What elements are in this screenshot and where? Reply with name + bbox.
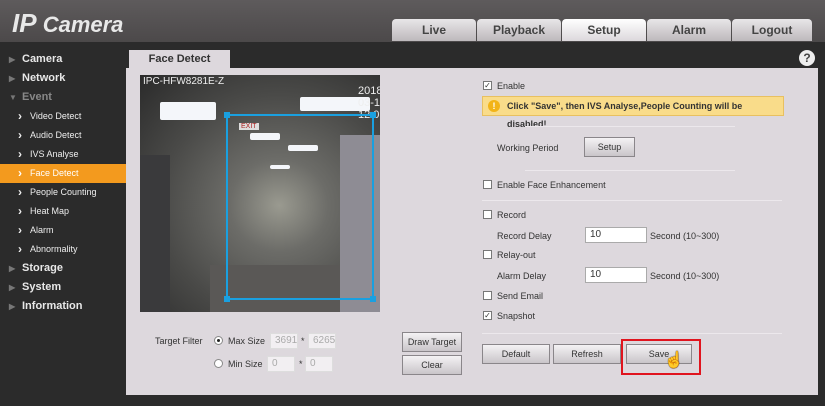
sidebar-item-network[interactable]: ▶ Network [0, 69, 126, 88]
setup-button[interactable]: Setup [584, 137, 635, 157]
triangle-down-icon: ▼ [9, 93, 17, 102]
tab-logout[interactable]: Logout [732, 19, 812, 41]
refresh-button[interactable]: Refresh [553, 344, 621, 364]
sidebar-item-label: Information [22, 300, 83, 312]
send-email-checkbox[interactable] [483, 291, 492, 300]
tab-setup[interactable]: Setup [562, 19, 646, 41]
sidebar-item-label: Abnormality [30, 244, 78, 254]
sidebar-item-label: Network [22, 72, 66, 84]
sidebar-item-label: Alarm [30, 225, 54, 235]
sidebar-item-face-detect[interactable]: › Face Detect [0, 164, 126, 183]
separator: * [299, 359, 303, 369]
save-highlight [621, 339, 701, 375]
sidebar-item-event[interactable]: ▼ Event [0, 88, 126, 107]
sidebar-item-label: Audio Detect [30, 130, 82, 140]
sidebar-item-label: IVS Analyse [30, 149, 79, 159]
sidebar-item-camera[interactable]: ▶ Camera [0, 50, 126, 69]
relay-out-checkbox[interactable] [483, 250, 492, 259]
sidebar: ▶ Camera ▶ Network ▼ Event › Video Detect › Audio… [0, 50, 126, 316]
warning-banner: ! Click "Save", then IVS Analyse,People C… [482, 96, 784, 129]
separator: * [301, 336, 305, 346]
tab-alarm[interactable]: Alarm [647, 19, 731, 41]
alarm-delay-label: Alarm Delay [497, 271, 547, 281]
working-period-label: Working Period [497, 143, 559, 153]
enable-label: Enable [497, 81, 526, 91]
camera-name: IPC-HFW8281E-Z [143, 76, 225, 87]
min-width-input[interactable]: 0 [267, 356, 295, 372]
sidebar-item-storage[interactable]: ▶ Storage [0, 259, 126, 278]
detection-region[interactable] [224, 112, 376, 302]
help-icon[interactable]: ? [799, 50, 815, 66]
sidebar-item-video-detect[interactable]: › Video Detect [0, 107, 126, 126]
triangle-right-icon: ▶ [9, 283, 16, 292]
sidebar-item-heat-map[interactable]: › Heat Map [0, 202, 126, 221]
sidebar-item-label: Camera [22, 53, 63, 65]
tab-playback[interactable]: Playback [477, 19, 561, 41]
min-size-radio[interactable] [214, 359, 223, 368]
sidebar-item-audio-detect[interactable]: › Audio Detect [0, 126, 126, 145]
enable-checkbox[interactable]: ✓ [483, 81, 492, 90]
record-delay-input[interactable]: 10 [585, 227, 647, 243]
min-height-input[interactable]: 0 [305, 356, 333, 372]
chevron-right-icon: › [18, 109, 22, 123]
alarm-delay-input[interactable]: 10 [585, 267, 647, 283]
sidebar-item-alarm[interactable]: › Alarm [0, 221, 126, 240]
sidebar-item-label: Storage [22, 262, 63, 274]
triangle-right-icon: ▶ [9, 264, 16, 273]
chevron-right-icon: › [18, 185, 22, 199]
record-delay-unit: Second (10~300) [650, 231, 720, 241]
tab-face-detect[interactable]: Face Detect [129, 50, 230, 69]
draw-target-button[interactable]: Draw Target [402, 332, 462, 352]
sidebar-item-ivs-analyse[interactable]: › IVS Analyse [0, 145, 126, 164]
face-enhancement-checkbox[interactable] [483, 180, 492, 189]
chevron-right-icon: › [18, 147, 22, 161]
sidebar-item-label: Face Detect [30, 168, 79, 178]
logo: IP Camera [12, 8, 124, 38]
sidebar-item-label: Event [22, 91, 52, 103]
default-button[interactable]: Default [482, 344, 550, 364]
max-width-input[interactable]: 3691 [270, 333, 298, 349]
max-size-radio[interactable] [214, 336, 223, 345]
max-height-input[interactable]: 6265 [308, 333, 336, 349]
sidebar-item-label: System [22, 281, 62, 293]
chevron-right-icon: › [18, 223, 22, 237]
record-delay-label: Record Delay [497, 231, 552, 241]
send-email-label: Send Email [497, 291, 544, 301]
chevron-right-icon: › [18, 128, 22, 142]
sidebar-item-label: Heat Map [30, 206, 70, 216]
snapshot-label: Snapshot [497, 311, 536, 321]
sidebar-item-information[interactable]: ▶ Information [0, 297, 126, 316]
chevron-right-icon: › [18, 242, 22, 256]
chevron-right-icon: › [18, 204, 22, 218]
face-enhancement-label: Enable Face Enhancement [497, 180, 606, 190]
relay-out-label: Relay-out [497, 250, 536, 260]
target-filter-label: Target Filter [155, 336, 203, 346]
min-size-label: Min Size [228, 359, 263, 369]
hand-cursor-icon: ☝ [664, 352, 684, 369]
sidebar-item-abnormality[interactable]: › Abnormality [0, 240, 126, 259]
tab-live[interactable]: Live [392, 19, 476, 41]
record-checkbox[interactable] [483, 210, 492, 219]
warning-icon: ! [488, 100, 500, 112]
sidebar-item-label: People Counting [30, 187, 97, 197]
sidebar-item-label: Video Detect [30, 111, 82, 121]
clear-button[interactable]: Clear [402, 355, 462, 375]
record-label: Record [497, 210, 527, 220]
alarm-delay-unit: Second (10~300) [650, 271, 720, 281]
snapshot-checkbox[interactable]: ✓ [483, 311, 492, 320]
sidebar-item-system[interactable]: ▶ System [0, 278, 126, 297]
triangle-right-icon: ▶ [9, 302, 16, 311]
max-size-label: Max Size [228, 336, 266, 346]
sidebar-item-people-counting[interactable]: › People Counting [0, 183, 126, 202]
chevron-right-icon: › [18, 166, 22, 180]
triangle-right-icon: ▶ [9, 74, 16, 83]
triangle-right-icon: ▶ [9, 55, 16, 64]
